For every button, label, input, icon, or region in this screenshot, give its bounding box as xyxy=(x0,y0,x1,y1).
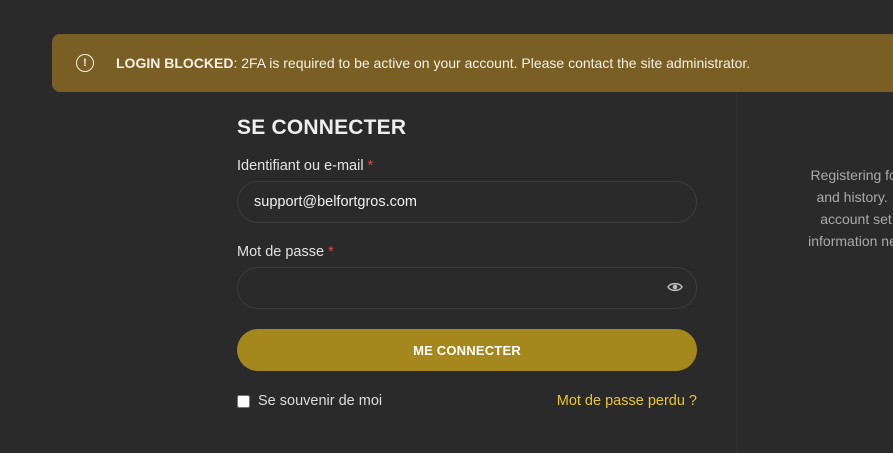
password-label-text: Mot de passe xyxy=(237,244,325,260)
login-button[interactable]: ME CONNECTER xyxy=(237,329,697,371)
required-mark: * xyxy=(367,158,374,174)
register-description: Registering for and history. , account s… xyxy=(736,164,893,252)
username-input[interactable] xyxy=(237,181,697,223)
alert-message: LOGIN BLOCKED: 2FA is required to be act… xyxy=(116,55,750,71)
register-line: Registering for xyxy=(810,167,893,183)
info-circle-icon: ! xyxy=(76,54,94,72)
login-form: SE CONNECTER Identifiant ou e-mail* Mot … xyxy=(237,112,697,409)
login-page: ! LOGIN BLOCKED: 2FA is required to be a… xyxy=(0,0,893,453)
alert-message-text: : 2FA is required to be active on your a… xyxy=(233,55,751,71)
remember-me-checkbox[interactable] xyxy=(237,394,250,408)
register-line: account set xyxy=(820,211,892,227)
login-blocked-alert: ! LOGIN BLOCKED: 2FA is required to be a… xyxy=(52,34,893,92)
lost-password-link[interactable]: Mot de passe perdu ? xyxy=(557,393,697,409)
remember-me[interactable]: Se souvenir de moi xyxy=(237,393,382,409)
remember-me-label: Se souvenir de moi xyxy=(258,393,383,409)
required-mark: * xyxy=(328,244,334,260)
register-line: and history. , xyxy=(816,189,893,205)
show-password-eye-icon[interactable] xyxy=(667,281,683,293)
password-label: Mot de passe * xyxy=(237,244,697,260)
username-label-text: Identifiant ou e-mail xyxy=(237,158,364,174)
form-footer-row: Se souvenir de moi Mot de passe perdu ? xyxy=(237,393,697,409)
alert-strong-label: LOGIN BLOCKED xyxy=(116,55,234,71)
username-label: Identifiant ou e-mail * xyxy=(237,158,697,174)
column-divider xyxy=(736,92,737,453)
register-line: information nec xyxy=(808,233,893,249)
password-field-wrapper xyxy=(237,260,697,309)
page-title: SE CONNECTER xyxy=(237,116,407,139)
password-input[interactable] xyxy=(237,267,697,309)
